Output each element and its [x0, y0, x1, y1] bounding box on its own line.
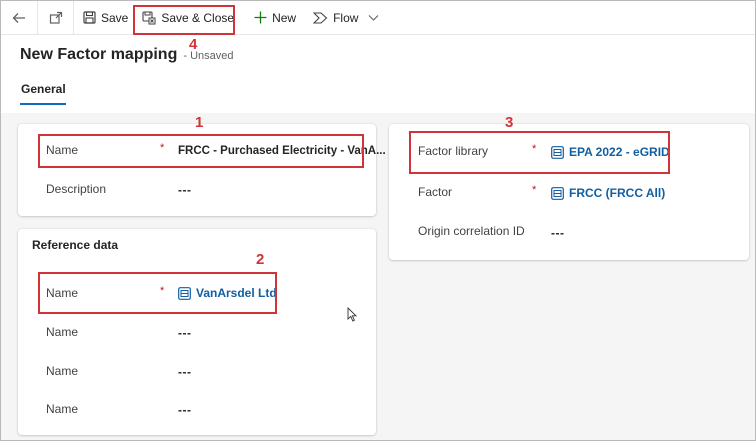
save-label: Save — [101, 10, 129, 25]
origin-correlation-id-input[interactable]: --- — [551, 226, 565, 240]
factor-value[interactable]: FRCC (FRCC All) — [569, 186, 665, 200]
save-button[interactable]: Save — [74, 1, 136, 35]
tab-general[interactable]: General — [21, 82, 66, 96]
reference-name-label: Name — [46, 364, 79, 378]
back-arrow-icon — [12, 12, 25, 23]
flow-label: Flow — [333, 10, 359, 25]
origin-correlation-id-label: Origin correlation ID — [418, 224, 525, 238]
back-button[interactable] — [1, 1, 37, 35]
new-label: New — [272, 10, 297, 25]
annotation-box-name — [38, 134, 364, 168]
reference-name-input[interactable]: --- — [178, 365, 192, 379]
pop-out-icon — [49, 11, 62, 24]
flow-button[interactable]: Flow — [304, 1, 387, 35]
annotation-box-reference-name — [38, 272, 277, 314]
record-header: New Factor mapping - Unsaved — [20, 46, 234, 64]
plus-icon — [254, 11, 267, 24]
page-title: New Factor mapping — [20, 46, 178, 63]
annotation-box-save-close — [133, 5, 235, 35]
description-field-label: Description — [46, 182, 107, 196]
annotation-box-factor-library — [409, 131, 670, 174]
entity-record-icon — [551, 186, 564, 200]
annotation-number: 2 — [256, 251, 265, 268]
save-icon — [83, 11, 96, 24]
annotation-number: 1 — [195, 114, 204, 131]
reference-name-label: Name — [46, 402, 79, 416]
reference-data-card: Reference data Name * VanArsdel Ltd Name… — [18, 229, 376, 435]
pop-out-button[interactable] — [38, 1, 73, 35]
chevron-down-icon[interactable] — [368, 14, 379, 22]
command-bar: Save Save & Close New Flow — [1, 0, 755, 35]
flow-icon — [313, 11, 328, 24]
mouse-cursor-icon — [347, 307, 357, 322]
tab-selected-indicator — [20, 103, 66, 105]
new-button[interactable]: New — [242, 1, 304, 35]
reference-name-label: Name — [46, 325, 79, 339]
factor-label: Factor — [418, 185, 453, 199]
annotation-number: 3 — [505, 114, 514, 131]
reference-data-heading: Reference data — [32, 238, 119, 252]
description-field-input[interactable]: --- — [178, 183, 192, 197]
required-indicator: * — [532, 184, 537, 196]
annotation-number: 4 — [189, 36, 198, 53]
reference-name-input[interactable]: --- — [178, 326, 192, 340]
factor-lookup[interactable]: FRCC (FRCC All) — [551, 186, 665, 200]
reference-name-input[interactable]: --- — [178, 403, 192, 417]
